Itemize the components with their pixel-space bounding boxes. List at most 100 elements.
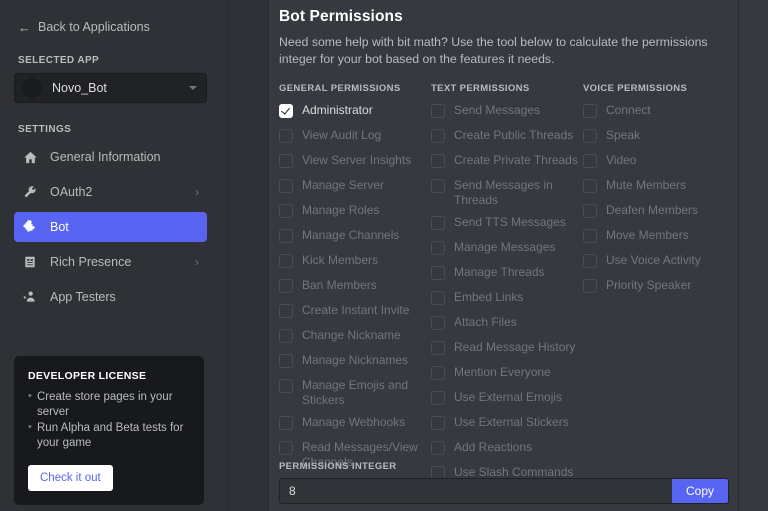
permission-checkbox-read-message-history[interactable]: Read Message History bbox=[431, 340, 583, 357]
permission-checkbox-use-external-emojis[interactable]: Use External Emojis bbox=[431, 390, 583, 407]
permission-checkbox-video[interactable]: Video bbox=[583, 153, 733, 170]
permission-checkbox-mention-everyone[interactable]: Mention Everyone bbox=[431, 365, 583, 382]
sidebar-item-label: OAuth2 bbox=[50, 185, 93, 199]
permissions-integer-field: Copy bbox=[279, 478, 729, 504]
checkbox-unchecked-icon bbox=[279, 204, 293, 218]
column-heading: GENERAL PERMISSIONS bbox=[279, 83, 401, 94]
sidebar-item-app-testers[interactable]: App Testers bbox=[14, 282, 207, 312]
sidebar-item-label: Rich Presence bbox=[50, 255, 132, 269]
permission-checkbox-manage-webhooks[interactable]: Manage Webhooks bbox=[279, 415, 431, 432]
permission-checkbox-manage-channels[interactable]: Manage Channels bbox=[279, 228, 431, 245]
checkbox-unchecked-icon bbox=[431, 129, 445, 143]
permission-checkbox-speak[interactable]: Speak bbox=[583, 128, 733, 145]
permissions-integer-section: PERMISSIONS INTEGER Copy bbox=[279, 461, 729, 504]
permission-label: View Audit Log bbox=[302, 128, 382, 142]
permission-label: Manage Server bbox=[302, 178, 385, 192]
checkbox-unchecked-icon bbox=[279, 154, 293, 168]
text-permissions-column: TEXT PERMISSIONS Send Messages Create Pub… bbox=[431, 83, 583, 502]
permission-checkbox-view-server-insights[interactable]: View Server Insights bbox=[279, 153, 431, 170]
back-to-applications-label: Back to Applications bbox=[38, 20, 150, 35]
permission-label: Administrator bbox=[302, 103, 373, 117]
permission-checkbox-manage-nicknames[interactable]: Manage Nicknames bbox=[279, 353, 431, 370]
permissions-integer-input[interactable] bbox=[280, 479, 672, 503]
permission-checkbox-manage-threads[interactable]: Manage Threads bbox=[431, 265, 583, 282]
permission-checkbox-use-external-stickers[interactable]: Use External Stickers bbox=[431, 415, 583, 432]
checkbox-unchecked-icon bbox=[279, 329, 293, 343]
permission-checkbox-ban-members[interactable]: Ban Members bbox=[279, 278, 431, 295]
permission-checkbox-create-public-threads[interactable]: Create Public Threads bbox=[431, 128, 583, 145]
checkbox-unchecked-icon bbox=[279, 129, 293, 143]
permission-label: Send TTS Messages bbox=[454, 215, 566, 229]
permission-label: Manage Roles bbox=[302, 203, 380, 217]
permission-label: Manage Channels bbox=[302, 228, 400, 242]
permission-checkbox-create-instant-invite[interactable]: Create Instant Invite bbox=[279, 303, 431, 320]
list-item: Create store pages in your server bbox=[28, 389, 190, 420]
permission-checkbox-manage-emojis-and-stickers[interactable]: Manage Emojis and Stickers bbox=[279, 378, 431, 407]
permission-checkbox-deafen-members[interactable]: Deafen Members bbox=[583, 203, 733, 220]
permission-label: Manage Webhooks bbox=[302, 415, 406, 429]
sidebar-item-general-information[interactable]: General Information bbox=[14, 142, 207, 172]
checkbox-unchecked-icon bbox=[431, 316, 445, 330]
checkbox-unchecked-icon bbox=[583, 229, 597, 243]
permission-label: Create Instant Invite bbox=[302, 303, 410, 317]
sidebar-item-oauth2[interactable]: OAuth2 › bbox=[14, 177, 207, 207]
sidebar-item-rich-presence[interactable]: Rich Presence › bbox=[14, 247, 207, 277]
permission-checkbox-move-members[interactable]: Move Members bbox=[583, 228, 733, 245]
permission-checkbox-send-tts-messages[interactable]: Send TTS Messages bbox=[431, 215, 583, 232]
back-to-applications-link[interactable]: ← Back to Applications bbox=[18, 21, 227, 34]
permission-checkbox-administrator[interactable]: Administrator bbox=[279, 103, 431, 120]
sidebar-item-label: App Testers bbox=[50, 290, 116, 304]
developer-license-benefits: Create store pages in your server Run Al… bbox=[28, 389, 190, 451]
sidebar-nav: General Information OAuth2 › Bot Rich Pr… bbox=[0, 142, 227, 312]
permission-checkbox-add-reactions[interactable]: Add Reactions bbox=[431, 440, 583, 457]
checkbox-unchecked-icon bbox=[431, 341, 445, 355]
permission-checkbox-send-messages-in-threads[interactable]: Send Messages in Threads bbox=[431, 178, 583, 207]
checkbox-unchecked-icon bbox=[279, 304, 293, 318]
permission-label: Connect bbox=[606, 103, 651, 117]
permission-label: Add Reactions bbox=[454, 440, 533, 454]
permission-checkbox-view-audit-log[interactable]: View Audit Log bbox=[279, 128, 431, 145]
column-heading: VOICE PERMISSIONS bbox=[583, 83, 688, 94]
permission-checkbox-priority-speaker[interactable]: Priority Speaker bbox=[583, 278, 733, 295]
permission-label: Kick Members bbox=[302, 253, 379, 267]
checkbox-unchecked-icon bbox=[431, 104, 445, 118]
selected-app-dropdown[interactable]: Novo_Bot bbox=[14, 73, 207, 103]
permission-checkbox-attach-files[interactable]: Attach Files bbox=[431, 315, 583, 332]
permission-checkbox-mute-members[interactable]: Mute Members bbox=[583, 178, 733, 195]
checkbox-unchecked-icon bbox=[279, 229, 293, 243]
permission-label: Attach Files bbox=[454, 315, 517, 329]
checkbox-unchecked-icon bbox=[431, 179, 445, 193]
permission-checkbox-kick-members[interactable]: Kick Members bbox=[279, 253, 431, 270]
permission-label: Priority Speaker bbox=[606, 278, 692, 292]
permission-checkbox-connect[interactable]: Connect bbox=[583, 103, 733, 120]
permission-checkbox-use-voice-activity[interactable]: Use Voice Activity bbox=[583, 253, 733, 270]
permission-checkbox-change-nickname[interactable]: Change Nickname bbox=[279, 328, 431, 345]
permission-label: Manage Messages bbox=[454, 240, 556, 254]
sidebar: ← Back to Applications SELECTED APP Novo… bbox=[0, 0, 228, 511]
copy-button[interactable]: Copy bbox=[671, 479, 728, 503]
permission-label: Create Private Threads bbox=[454, 153, 578, 167]
page-description: Need some help with bit math? Use the to… bbox=[279, 35, 708, 66]
checkbox-unchecked-icon bbox=[583, 154, 597, 168]
checkbox-unchecked-icon bbox=[431, 154, 445, 168]
permission-checkbox-create-private-threads[interactable]: Create Private Threads bbox=[431, 153, 583, 170]
permission-checkbox-send-messages[interactable]: Send Messages bbox=[431, 103, 583, 120]
chevron-down-icon bbox=[189, 86, 197, 90]
permission-checkbox-manage-server[interactable]: Manage Server bbox=[279, 178, 431, 195]
permission-checkbox-manage-messages[interactable]: Manage Messages bbox=[431, 240, 583, 257]
checkbox-unchecked-icon bbox=[583, 104, 597, 118]
sidebar-item-bot[interactable]: Bot bbox=[14, 212, 207, 242]
permission-checkbox-embed-links[interactable]: Embed Links bbox=[431, 290, 583, 307]
checkbox-unchecked-icon bbox=[583, 179, 597, 193]
permission-checkbox-manage-roles[interactable]: Manage Roles bbox=[279, 203, 431, 220]
checkbox-unchecked-icon bbox=[431, 216, 445, 230]
checkbox-checked-icon bbox=[279, 104, 293, 118]
permission-label: Video bbox=[606, 153, 637, 167]
permission-label: Manage Threads bbox=[454, 265, 545, 279]
permission-label: Send Messages in Threads bbox=[454, 178, 553, 207]
check-it-out-button[interactable]: Check it out bbox=[28, 465, 113, 491]
checkbox-unchecked-icon bbox=[279, 179, 293, 193]
developer-license-title: DEVELOPER LICENSE bbox=[28, 370, 147, 382]
checkbox-unchecked-icon bbox=[431, 241, 445, 255]
checkbox-unchecked-icon bbox=[583, 129, 597, 143]
